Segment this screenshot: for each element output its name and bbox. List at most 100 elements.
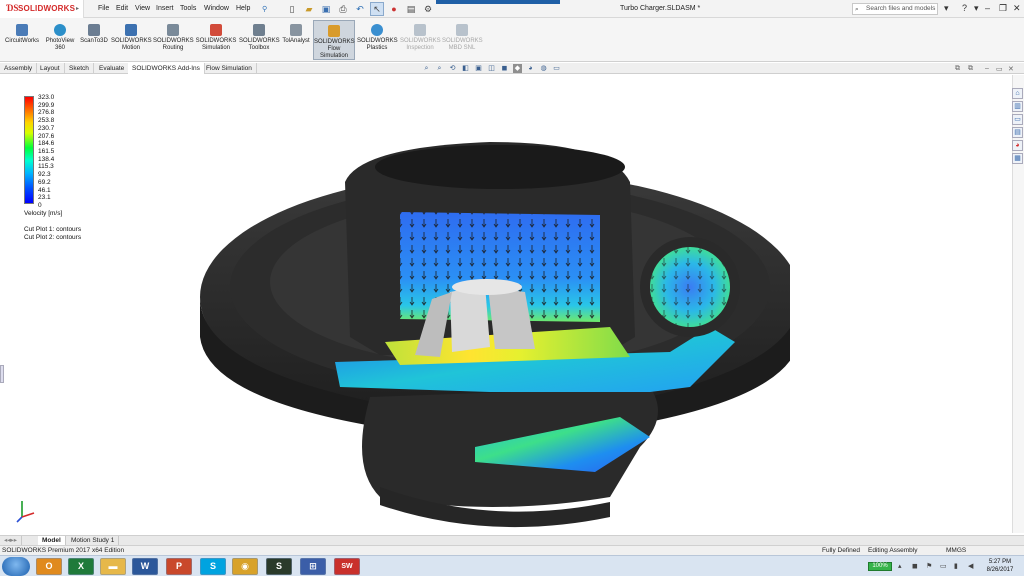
command-label: TolAnalyst (282, 38, 310, 44)
tab-sketch[interactable]: Sketch (65, 63, 94, 74)
viewport-maximize-icon[interactable]: ▭ (996, 65, 1003, 73)
network-icon[interactable]: ▮ (954, 562, 958, 570)
system-clock[interactable]: 5:27 PM 8/26/2017 (980, 558, 1020, 574)
open-folder-icon[interactable]: ▰ (302, 2, 316, 16)
apply-scene-icon[interactable]: ◍ (539, 64, 548, 73)
menu-tools[interactable]: Tools (180, 5, 196, 12)
viewport-minimize-icon[interactable]: – (985, 65, 989, 72)
start-button[interactable] (2, 557, 30, 576)
command-label: PhotoView 360 (45, 38, 75, 51)
menu-view[interactable]: View (135, 5, 150, 12)
solidworks-icon[interactable]: SW (334, 558, 360, 575)
tab-flow-simulation[interactable]: Flow Simulation (202, 63, 257, 74)
flag-icon[interactable]: ⚑ (926, 562, 932, 570)
network-app-icon[interactable]: ⊞ (300, 558, 326, 575)
toolbox-button[interactable]: SOLIDWORKS Toolbox (239, 20, 280, 60)
zoom-fit-icon[interactable]: ⌕ (422, 64, 431, 73)
pin-icon[interactable]: ⚲ (262, 5, 267, 13)
close-icon[interactable]: ✕ (1013, 3, 1021, 14)
help-dropdown-chevron-icon[interactable]: ▾ (974, 3, 979, 14)
command-label: SOLIDWORKS Motion (111, 38, 152, 51)
menu-file[interactable]: File (98, 5, 109, 12)
battery-indicator[interactable]: 100% (868, 562, 892, 571)
photoview-button[interactable]: PhotoView 360 (44, 20, 76, 60)
hide-show-items-icon[interactable]: ◆ (513, 64, 522, 73)
excel-icon[interactable]: X (68, 558, 94, 575)
powerpoint-icon[interactable]: P (166, 558, 192, 575)
home-icon[interactable]: ⌂ (1012, 88, 1023, 99)
toolbox-icon (253, 24, 265, 36)
menu-help[interactable]: Help (236, 5, 250, 12)
plastics-button[interactable]: SOLIDWORKS Plastics (357, 20, 398, 60)
display-style-icon[interactable]: ◼ (500, 64, 509, 73)
restore-icon[interactable]: ❐ (999, 3, 1007, 14)
volume-icon[interactable]: ◀ (968, 562, 973, 570)
minimize-icon[interactable]: – (985, 3, 990, 13)
flow-simulation-button[interactable]: SOLIDWORKS Flow Simulation (313, 20, 355, 60)
routing-button[interactable]: SOLIDWORKS Routing (153, 20, 194, 60)
display-icon[interactable]: ▭ (940, 562, 947, 570)
previous-view-icon[interactable]: ⟲ (448, 64, 457, 73)
legend-value: 276.8 (38, 109, 55, 117)
tab-evaluate[interactable]: Evaluate (95, 63, 130, 74)
mbd-button: SOLIDWORKS MBD SNL (442, 20, 483, 60)
undo-icon[interactable]: ↶ (353, 2, 367, 16)
legend-value: 23.1 (38, 194, 51, 202)
command-manager: CircuitWorks PhotoView 360 ScanTo3D SOLI… (0, 18, 1024, 62)
file-properties-icon[interactable]: ▤ (404, 2, 418, 16)
photoview-icon (54, 24, 66, 36)
zoom-area-icon[interactable]: ⌕ (435, 64, 444, 73)
turbocharger-model[interactable] (190, 87, 790, 537)
circuitworks-button[interactable]: CircuitWorks (2, 20, 42, 60)
legend-value: 92.3 (38, 171, 51, 179)
traffic-light-icon[interactable]: ● (387, 2, 401, 16)
tab-assembly[interactable]: Assembly (0, 63, 38, 74)
viewport-tile-icon[interactable]: ⧉ (968, 65, 973, 73)
scanto3d-button[interactable]: ScanTo3D (78, 20, 110, 60)
select-arrow-icon[interactable]: ↖ (370, 2, 384, 16)
search-dropdown-chevron-icon[interactable]: ▾ (944, 3, 949, 14)
tolanalyst-button[interactable]: TolAnalyst (281, 20, 311, 60)
menu-insert[interactable]: Insert (156, 5, 174, 12)
search-input[interactable]: ⌕ Search files and models (852, 3, 938, 15)
solidworks-logo[interactable]: ƊS SOLIDWORKS ▸ (0, 0, 84, 18)
view-settings-icon[interactable]: ▭ (552, 64, 561, 73)
tray-chevron-icon[interactable]: ▴ (898, 562, 902, 570)
viewport-restore-icon[interactable]: ⧉ (955, 65, 960, 73)
simulation-icon (210, 24, 222, 36)
heads-up-view-toolbar: ⌕ ⌕ ⟲ ◧ ▣ ◫ ◼ ◆ ◕ ◍ ▭ (422, 64, 561, 74)
outlook-icon[interactable]: O (36, 558, 62, 575)
tab-solidworks-addins[interactable]: SOLIDWORKS Add-Ins (128, 63, 205, 74)
motion-button[interactable]: SOLIDWORKS Motion (111, 20, 152, 60)
feature-manager-flyout-handle[interactable] (0, 365, 4, 383)
section-view-icon[interactable]: ◧ (461, 64, 470, 73)
tab-layout[interactable]: Layout (36, 63, 65, 74)
help-icon[interactable]: ? (962, 3, 967, 13)
app-s-icon[interactable]: S (266, 558, 292, 575)
active-accent-band (436, 0, 560, 4)
save-icon[interactable]: ▣ (319, 2, 333, 16)
simulation-button[interactable]: SOLIDWORKS Simulation (195, 20, 237, 60)
appearances-icon[interactable]: ◕ (1012, 140, 1023, 151)
tray-app-icon[interactable]: ◼ (912, 562, 918, 570)
cut-plot-1-label: Cut Plot 1: contours (24, 226, 82, 233)
new-document-icon[interactable]: ▯ (285, 2, 299, 16)
viewport-close-icon[interactable]: ✕ (1008, 65, 1014, 73)
design-library-icon[interactable]: ▥ (1012, 101, 1023, 112)
edit-appearance-icon[interactable]: ◕ (526, 64, 535, 73)
menu-window[interactable]: Window (204, 5, 229, 12)
options-gear-icon[interactable]: ⚙ (421, 2, 435, 16)
dynamic-annotation-icon[interactable]: ▣ (474, 64, 483, 73)
graphics-area[interactable]: 323.0 299.9 276.8 253.8 230.7 207.6 184.… (0, 75, 1012, 533)
word-icon[interactable]: W (132, 558, 158, 575)
print-icon[interactable]: ⎙ (336, 2, 350, 16)
file-explorer-icon[interactable]: ▭ (1012, 114, 1023, 125)
custom-properties-icon[interactable]: ▦ (1012, 153, 1023, 164)
view-palette-icon[interactable]: ▤ (1012, 127, 1023, 138)
folder-icon[interactable]: ▬ (100, 558, 126, 575)
skype-icon[interactable]: S (200, 558, 226, 575)
legend-value: 115.3 (38, 163, 54, 171)
chrome-icon[interactable]: ◉ (232, 558, 258, 575)
menu-edit[interactable]: Edit (116, 5, 128, 12)
view-orientation-icon[interactable]: ◫ (487, 64, 496, 73)
